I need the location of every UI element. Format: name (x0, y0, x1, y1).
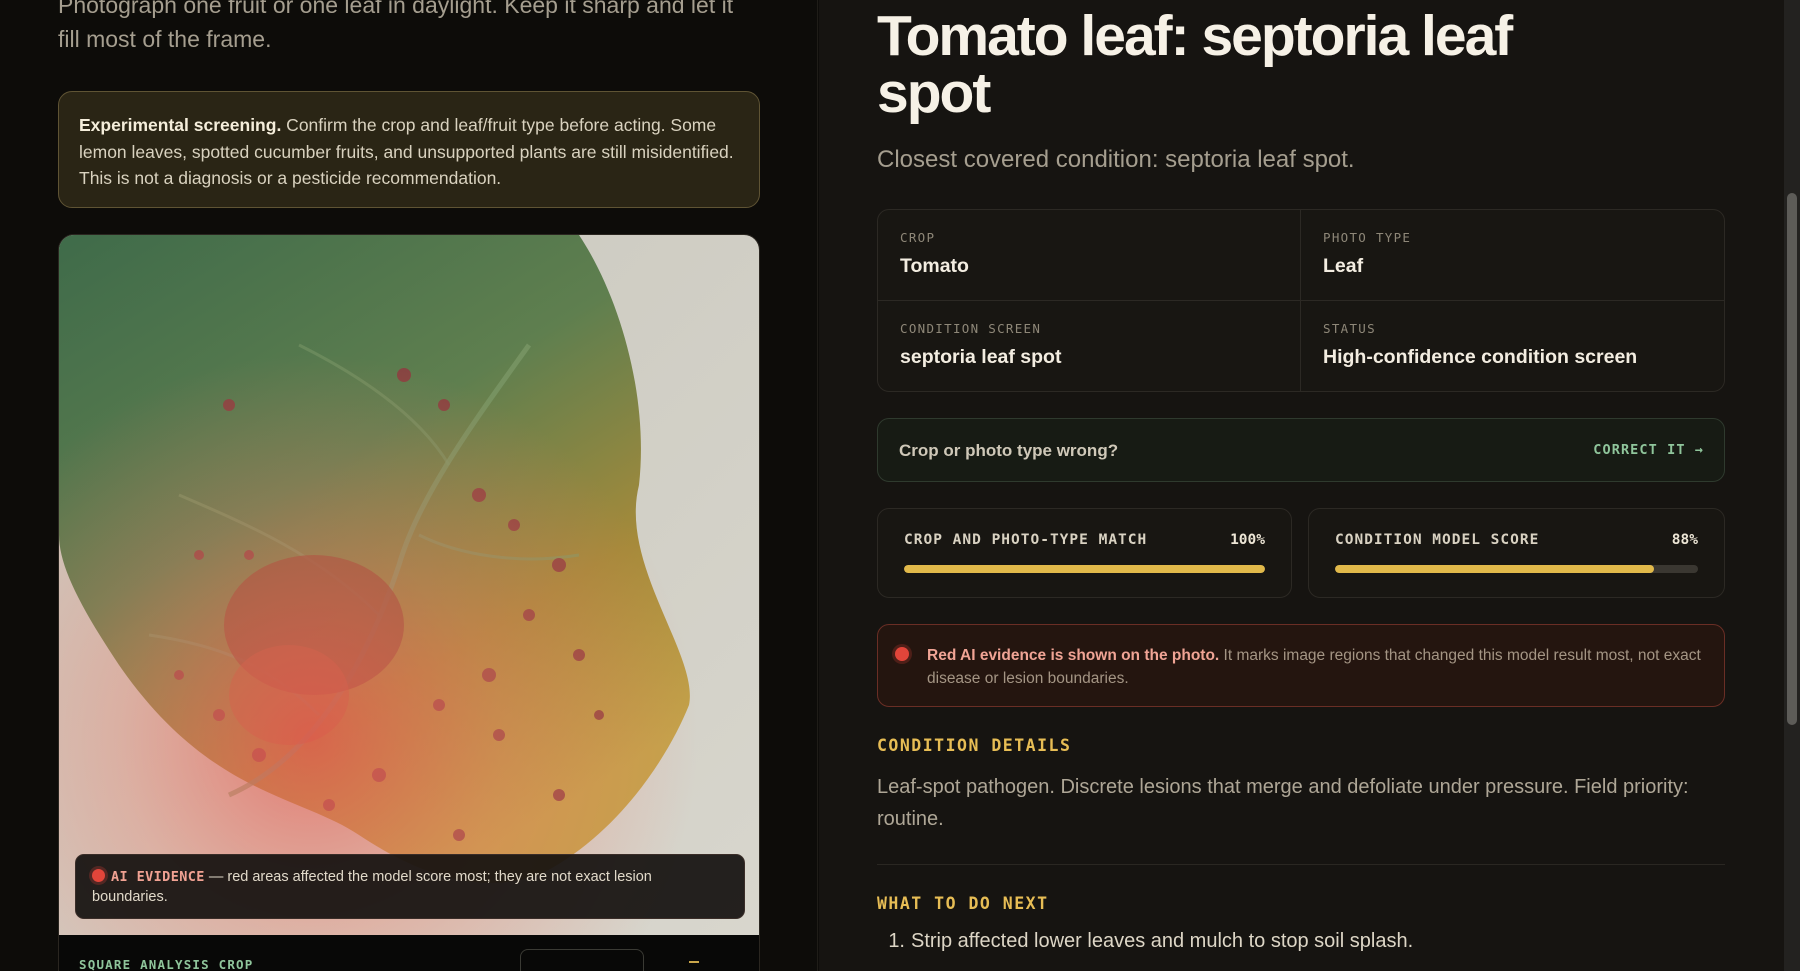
meter-label: CONDITION MODEL SCORE (1335, 532, 1540, 548)
meter-label: CROP AND PHOTO-TYPE MATCH (904, 532, 1148, 548)
scrollbar-thumb[interactable] (1787, 193, 1797, 725)
capture-panel: Photograph one fruit or one leaf in dayl… (0, 0, 818, 971)
photo-card: AI EVIDENCE — red areas affected the mod… (58, 234, 760, 971)
alert-dot-icon (895, 647, 909, 661)
step-number: 1. (888, 930, 905, 952)
result-subtitle: Closest covered condition: septoria leaf… (877, 146, 1355, 173)
fact-key: CROP (900, 230, 936, 245)
evidence-dot-icon (92, 869, 105, 882)
list-item: 1. Strip affected lower leaves and mulch … (877, 930, 1725, 953)
fact-key: PHOTO TYPE (1323, 230, 1412, 245)
ai-evidence-alert: Red AI evidence is shown on the photo. I… (877, 624, 1725, 707)
condition-details-text: Leaf-spot pathogen. Discrete lesions tha… (877, 776, 1689, 830)
crop-control-button[interactable] (520, 949, 644, 971)
result-title: Tomato leaf: septoria leaf spot (877, 4, 1513, 125)
fact-condition-screen: CONDITION SCREEN septoria leaf spot (878, 300, 1301, 391)
alert-title: Red AI evidence is shown on the photo. (927, 647, 1220, 664)
section-divider (877, 864, 1725, 865)
notice-title: Experimental screening. (79, 115, 282, 135)
next-steps-heading: WHAT TO DO NEXT (877, 894, 1049, 913)
result-panel: Tomato leaf: septoria leaf spot Closest … (819, 0, 1784, 971)
leaf-photo (59, 235, 759, 935)
correction-row: Crop or photo type wrong? CORRECT IT → (877, 418, 1725, 482)
step-text: Strip affected lower leaves and mulch to… (911, 930, 1414, 952)
ai-evidence-label: AI EVIDENCE (111, 869, 205, 885)
crop-label: SQUARE ANALYSIS CROP (79, 957, 254, 971)
fact-value: Leaf (1323, 255, 1364, 277)
fact-key: CONDITION SCREEN (900, 320, 1042, 336)
meter-track (904, 565, 1265, 573)
condition-details-heading: CONDITION DETAILS (877, 736, 1072, 755)
correction-question: Crop or photo type wrong? (899, 441, 1119, 460)
capture-instructions: Photograph one fruit or one leaf in dayl… (58, 0, 734, 52)
meter-percent: 88% (1671, 532, 1698, 548)
score-meter: CONDITION MODEL SCORE 88% (1308, 508, 1725, 598)
crop-toolbar: SQUARE ANALYSIS CROP (59, 935, 759, 971)
ai-evidence-caption: AI EVIDENCE — red areas affected the mod… (75, 854, 745, 919)
meter-fill (904, 565, 1265, 573)
next-steps-list: 1. Strip affected lower leaves and mulch … (877, 930, 1725, 953)
meter-track (1335, 565, 1698, 573)
meter-fill (1335, 565, 1655, 573)
match-meter: CROP AND PHOTO-TYPE MATCH 100% (877, 508, 1292, 598)
crop-indicator-icon (689, 961, 699, 963)
meter-percent: 100% (1230, 532, 1265, 548)
fact-photo-type: PHOTO TYPE Leaf (1301, 210, 1724, 301)
correct-it-button[interactable]: CORRECT IT → (1593, 442, 1704, 458)
fact-status: STATUS High-confidence condition screen (1301, 301, 1724, 392)
fact-value: Tomato (900, 255, 969, 277)
page-scrollbar[interactable] (1784, 0, 1800, 971)
fact-value: High-confidence condition screen (1323, 345, 1638, 368)
fact-value: septoria leaf spot (900, 345, 1062, 368)
result-facts-grid: CROP Tomato PHOTO TYPE Leaf CONDITION SC… (877, 209, 1725, 392)
fact-crop: CROP Tomato (878, 210, 1301, 301)
fact-key: STATUS (1323, 320, 1376, 336)
experimental-notice: Experimental screening. Confirm the crop… (58, 91, 760, 208)
